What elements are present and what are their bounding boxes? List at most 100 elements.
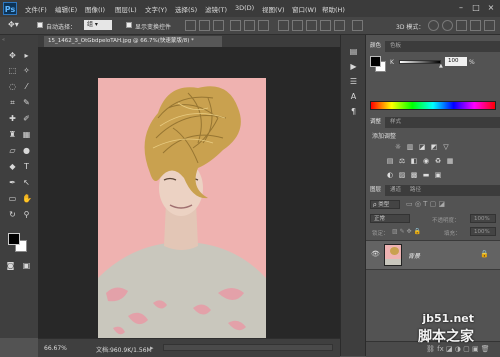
distribute-left-icon[interactable] bbox=[320, 20, 331, 31]
eraser-tool-icon[interactable]: ▱ bbox=[8, 146, 17, 155]
screen-mode-icon[interactable]: ▣ bbox=[22, 261, 31, 270]
3d-drag-icon[interactable] bbox=[456, 20, 467, 31]
k-value-input[interactable]: 100 bbox=[445, 57, 467, 66]
tab-swatches[interactable]: 色板 bbox=[386, 41, 405, 52]
selective-color-icon[interactable]: ▣ bbox=[434, 171, 442, 179]
k-slider-handle-icon[interactable]: ▲ bbox=[439, 63, 443, 69]
close-button[interactable]: × bbox=[484, 2, 498, 13]
lock-icons[interactable]: ▨ ✎ ✥ 🔒 bbox=[392, 228, 421, 235]
menu-image[interactable]: 图像(I) bbox=[85, 4, 105, 14]
type-tool-icon[interactable]: T bbox=[22, 162, 31, 171]
distribute-right-icon[interactable] bbox=[334, 20, 345, 31]
black-white-icon[interactable]: ◧ bbox=[410, 157, 418, 165]
auto-select-dropdown[interactable]: 组 ▾ bbox=[84, 20, 112, 30]
lasso-tool-icon[interactable]: ◌ bbox=[8, 82, 17, 91]
color-spectrum-ramp[interactable] bbox=[370, 101, 496, 110]
tab-layers[interactable]: 图层 bbox=[366, 185, 386, 196]
pen-tool-icon[interactable]: ✒ bbox=[8, 178, 17, 187]
blend-mode-dropdown[interactable]: 正常 bbox=[370, 214, 410, 223]
k-slider-track[interactable] bbox=[399, 60, 441, 64]
horizontal-scrollbar[interactable] bbox=[163, 344, 333, 351]
gradient-tool-icon[interactable]: ▦ bbox=[22, 130, 31, 139]
align-right-icon[interactable] bbox=[258, 20, 269, 31]
fill-input[interactable]: 100% bbox=[470, 227, 496, 236]
menu-file[interactable]: 文件(F) bbox=[25, 4, 47, 14]
menu-select[interactable]: 选择(S) bbox=[175, 4, 197, 14]
threshold-icon[interactable]: ▩ bbox=[410, 171, 418, 179]
align-top-icon[interactable] bbox=[185, 20, 196, 31]
tab-color[interactable]: 颜色 bbox=[366, 41, 386, 52]
magic-wand-tool-icon[interactable]: ✧ bbox=[22, 66, 31, 75]
brightness-contrast-icon[interactable]: ☼ bbox=[394, 143, 402, 151]
posterize-icon[interactable]: ▨ bbox=[398, 171, 406, 179]
3d-scale-icon[interactable] bbox=[484, 20, 495, 31]
menu-help[interactable]: 帮助(H) bbox=[322, 4, 345, 14]
layer-row-background[interactable]: 👁 背景 🔒 bbox=[366, 240, 500, 270]
menu-edit[interactable]: 编辑(E) bbox=[55, 4, 77, 14]
invert-icon[interactable]: ◐ bbox=[386, 171, 394, 179]
opacity-input[interactable]: 100% bbox=[470, 214, 496, 223]
3d-slide-icon[interactable] bbox=[470, 20, 481, 31]
auto-align-icon[interactable] bbox=[352, 20, 363, 31]
paragraph-panel-icon[interactable]: ¶ bbox=[349, 107, 358, 116]
layer-name[interactable]: 背景 bbox=[408, 251, 420, 260]
gradient-map-icon[interactable]: ▬ bbox=[422, 171, 430, 179]
align-left-icon[interactable] bbox=[230, 20, 241, 31]
toolbox-collapse-icon[interactable]: « bbox=[0, 37, 40, 43]
align-vcenter-icon[interactable] bbox=[199, 20, 210, 31]
exposure-icon[interactable]: ◩ bbox=[430, 143, 438, 151]
tab-paths[interactable]: 路径 bbox=[406, 185, 425, 196]
visibility-eye-icon[interactable]: 👁 bbox=[371, 250, 380, 258]
move-tool-icon[interactable]: ✥▾ bbox=[8, 20, 19, 29]
path-select-tool-icon[interactable]: ↖ bbox=[22, 178, 31, 187]
properties-panel-icon[interactable]: ☰ bbox=[349, 77, 358, 86]
distribute-vcenter-icon[interactable] bbox=[292, 20, 303, 31]
show-transform-checkbox[interactable] bbox=[126, 22, 132, 28]
rotate-view-tool-icon[interactable]: ↻ bbox=[8, 210, 17, 219]
character-panel-icon[interactable]: A bbox=[349, 92, 358, 101]
photo-filter-icon[interactable]: ◉ bbox=[422, 157, 430, 165]
tab-adjustments[interactable]: 调整 bbox=[366, 117, 386, 128]
levels-icon[interactable]: ▥ bbox=[406, 143, 414, 151]
history-panel-icon[interactable]: ▤ bbox=[349, 47, 358, 56]
3d-rotate-icon[interactable] bbox=[428, 20, 439, 31]
hue-saturation-icon[interactable]: ▤ bbox=[386, 157, 394, 165]
distribute-top-icon[interactable] bbox=[278, 20, 289, 31]
tab-styles[interactable]: 样式 bbox=[386, 117, 405, 128]
marquee-tool-icon[interactable]: ⬚ bbox=[8, 66, 17, 75]
menu-layer[interactable]: 图层(L) bbox=[115, 4, 137, 14]
document-tab[interactable]: 15_1462_3_OtGbdpeloTAH.jpg @ 66.7%(快速蒙版/… bbox=[44, 36, 222, 47]
auto-select-checkbox[interactable] bbox=[37, 22, 43, 28]
artboard-tool-icon[interactable]: ▸ bbox=[22, 51, 31, 60]
history-brush-tool-icon[interactable]: ✐ bbox=[22, 114, 31, 123]
dodge-tool-icon[interactable]: ● bbox=[22, 146, 31, 155]
quick-mask-icon[interactable]: ◙ bbox=[6, 261, 15, 270]
color-lookup-icon[interactable]: ▦ bbox=[446, 157, 454, 165]
document-size-info[interactable]: 文档:960.9K/1.56M bbox=[96, 345, 152, 354]
minimize-button[interactable]: – bbox=[454, 2, 468, 13]
foreground-color-swatch[interactable] bbox=[8, 233, 20, 245]
eyedropper-tool-icon[interactable]: ⁄ bbox=[22, 82, 31, 91]
color-fg-swatch[interactable] bbox=[370, 56, 381, 67]
color-balance-icon[interactable]: ⚖ bbox=[398, 157, 406, 165]
channel-mixer-icon[interactable]: ♻ bbox=[434, 157, 442, 165]
maximize-button[interactable]: □ bbox=[469, 2, 483, 13]
stamp-tool-icon[interactable]: ♜ bbox=[8, 130, 17, 139]
menu-window[interactable]: 窗口(W) bbox=[292, 4, 317, 14]
hand-tool-icon[interactable]: ✋ bbox=[22, 194, 32, 203]
layer-actions-icons[interactable]: ⛓ fx ◪ ◑ ▢ ▣ 🗑 bbox=[426, 345, 490, 353]
brush-tool-icon[interactable]: ✎ bbox=[22, 98, 31, 107]
status-arrow-icon[interactable]: ▸ bbox=[150, 344, 154, 352]
align-bottom-icon[interactable] bbox=[213, 20, 224, 31]
vibrance-icon[interactable]: ▽ bbox=[442, 143, 450, 151]
filter-type-icons[interactable]: ▭ ◎ T ▢ ◪ bbox=[406, 200, 445, 208]
align-hcenter-icon[interactable] bbox=[244, 20, 255, 31]
layer-filter-dropdown[interactable]: ρ 类型 bbox=[370, 200, 400, 209]
blur-tool-icon[interactable]: ◆ bbox=[8, 162, 17, 171]
zoom-level[interactable]: 66.67% bbox=[44, 345, 67, 352]
document-image[interactable] bbox=[98, 78, 266, 344]
menu-type[interactable]: 文字(Y) bbox=[145, 4, 167, 14]
crop-tool-icon[interactable]: ⌗ bbox=[8, 98, 17, 107]
move-tool-icon[interactable]: ✥ bbox=[8, 51, 17, 60]
tab-channels[interactable]: 通道 bbox=[386, 185, 405, 196]
